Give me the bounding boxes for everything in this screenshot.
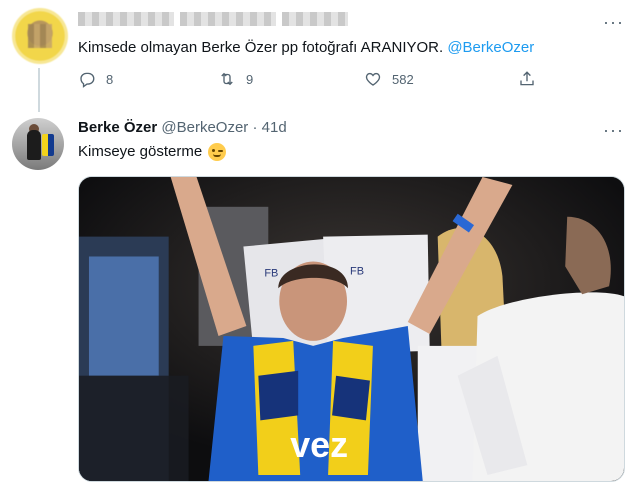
author-name-blurred — [78, 10, 350, 28]
heart-icon — [365, 72, 381, 86]
shirt-label-left: FB — [264, 267, 278, 279]
mention-link[interactable]: @BerkeOzer — [447, 39, 534, 56]
share-icon — [520, 71, 534, 86]
display-name[interactable]: Berke Özer — [78, 119, 157, 136]
jersey-text: vez — [290, 425, 348, 465]
share-button[interactable] — [518, 70, 536, 88]
tweet-body: Kimsede olmayan Berke Özer pp fotoğrafı … — [78, 39, 444, 56]
reply-count: 8 — [106, 71, 114, 87]
winking-face-icon — [208, 143, 227, 161]
reply-button[interactable]: 8 — [78, 70, 113, 88]
tweet-body: Kimseye gösterme — [78, 143, 203, 160]
retweet-icon — [221, 72, 233, 86]
photo-crowd-scene: FB FB vez — [79, 177, 624, 481]
tweet-photo[interactable]: FB FB vez — [78, 176, 625, 482]
avatar-blurred[interactable] — [12, 8, 68, 64]
more-options-icon[interactable]: ··· — [603, 12, 624, 33]
avatar-flag — [42, 134, 54, 156]
separator-dot: · — [252, 119, 258, 136]
retweet-count: 9 — [246, 71, 254, 87]
like-button[interactable]: 582 — [364, 70, 414, 88]
tweet-quoted-author[interactable]: ··· Kimsede olmayan Berke Özer pp fotoğr… — [0, 0, 640, 112]
thread-connector — [38, 68, 40, 112]
like-count: 582 — [392, 71, 414, 87]
tweet-text: Kimsede olmayan Berke Özer pp fotoğrafı … — [78, 38, 534, 58]
reply-icon — [80, 72, 95, 88]
avatar-figure — [27, 130, 41, 160]
tweet-header: Berke Özer @BerkeOzer · 41d — [78, 118, 287, 138]
tweet-actions: 8 9 582 — [78, 70, 558, 90]
timestamp[interactable]: 41d — [262, 119, 287, 136]
retweet-button[interactable]: 9 — [218, 70, 253, 88]
tweet-text: Kimseye gösterme — [78, 142, 227, 162]
user-handle[interactable]: @BerkeOzer — [161, 119, 248, 136]
avatar[interactable] — [12, 118, 64, 170]
more-options-icon[interactable]: ··· — [603, 120, 624, 141]
tweet-reply[interactable]: Berke Özer @BerkeOzer · 41d ··· Kimseye … — [0, 112, 640, 492]
shirt-label-right: FB — [350, 265, 364, 277]
